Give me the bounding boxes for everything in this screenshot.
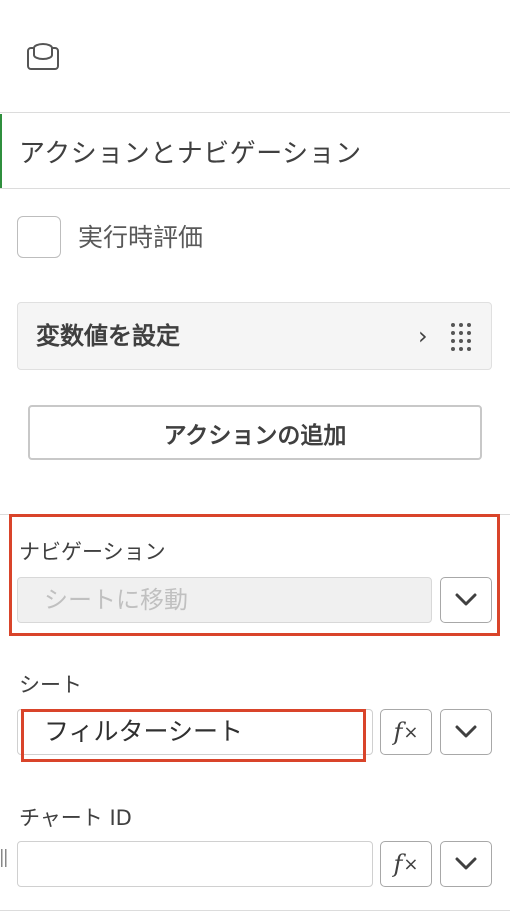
navigation-dropdown-button[interactable] [440,577,492,623]
chevron-down-icon [455,857,477,870]
add-action-button[interactable]: アクションの追加 [28,405,482,460]
chevron-down-icon [455,725,477,738]
divider [0,112,510,113]
divider [0,188,510,189]
chart-id-input[interactable] [17,841,373,887]
section-title-label: アクションとナビゲーション [19,138,362,169]
chart-id-dropdown-button[interactable] [440,841,492,887]
navigation-label: ナビゲーション [19,540,166,564]
divider [0,514,510,515]
sheet-label: シート [19,673,82,697]
sheet-input[interactable]: フィルターシート [17,709,373,755]
fx-icon-sub: × [403,721,419,743]
database-icon [26,38,60,72]
chart-id-expression-button[interactable]: f × [380,841,432,887]
eval-checkbox-label: 実行時評価 [78,223,204,252]
chevron-down-icon [455,593,477,606]
sheet-dropdown-button[interactable] [440,709,492,755]
action-card-label: 変数値を設定 [36,322,180,350]
set-variable-action-card[interactable]: 変数値を設定 › [17,302,492,370]
navigation-select[interactable]: シートに移動 [17,577,432,623]
section-title[interactable]: アクションとナビゲーション [0,114,510,188]
fx-icon-sub: × [403,853,419,875]
chart-id-label: チャート ID [19,806,132,830]
eval-checkbox[interactable] [17,216,61,258]
chevron-right-icon[interactable]: › [418,303,428,369]
drag-handle-icon[interactable] [450,321,472,353]
resize-handle-icon[interactable] [0,849,8,867]
add-action-label: アクションの追加 [163,422,347,449]
fx-icon: f [393,850,403,878]
sheet-expression-button[interactable]: f × [380,709,432,755]
divider [0,910,510,911]
fx-icon: f [393,718,403,746]
